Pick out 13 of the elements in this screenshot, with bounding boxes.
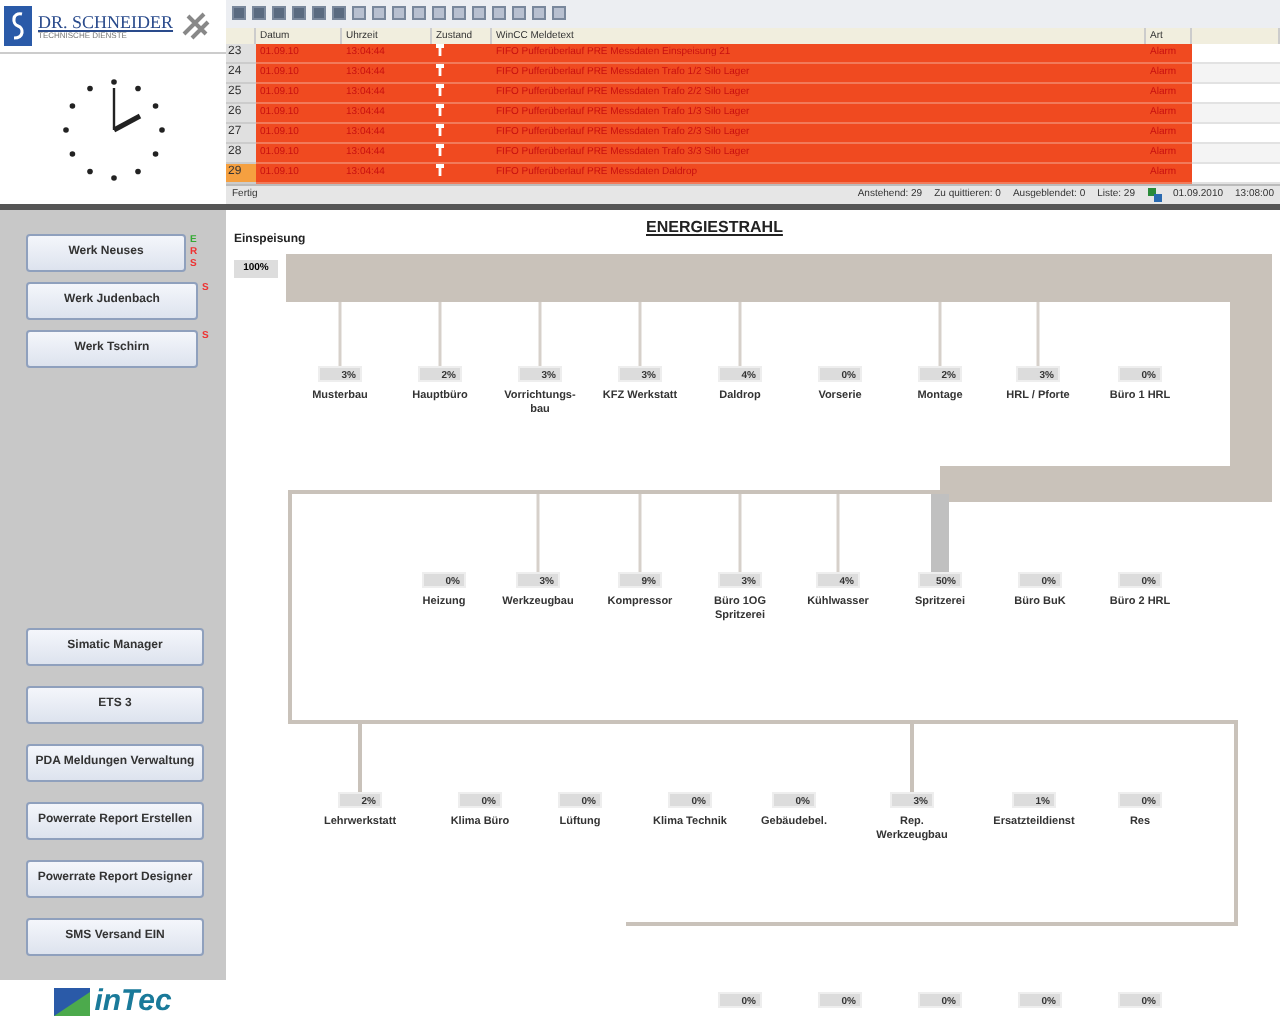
alarm-state-icon	[436, 123, 444, 136]
alarm-state-icon	[436, 163, 444, 176]
tools-icon	[179, 10, 212, 42]
network-icon	[1147, 187, 1161, 202]
alarm-state-icon	[436, 83, 444, 96]
logo-name: DR. SCHNEIDER	[38, 13, 174, 31]
alarm-state-icon	[436, 103, 444, 116]
alarm-state-icon	[436, 63, 444, 76]
brand-mark-icon	[54, 988, 91, 1016]
diagram-title: ENERGIESTRAHL	[646, 218, 783, 236]
alarm-state-icon	[436, 43, 444, 56]
brand-name: inTec	[94, 986, 172, 1016]
alarm-state-icon	[436, 143, 444, 156]
